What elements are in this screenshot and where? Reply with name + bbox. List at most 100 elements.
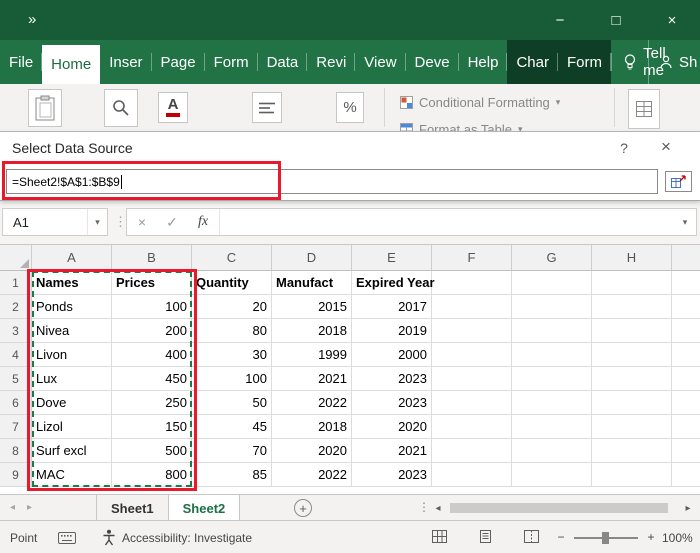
cell-f9[interactable]: [432, 463, 512, 487]
cell-h5[interactable]: [592, 367, 672, 391]
formula-input[interactable]: [219, 209, 674, 235]
sheet-tab-sheet1[interactable]: Sheet1: [96, 495, 169, 521]
cell-f5[interactable]: [432, 367, 512, 391]
select-all-corner[interactable]: [0, 245, 32, 271]
accessibility-icon[interactable]: [102, 529, 116, 549]
ribbon-tab-form[interactable]: Form: [205, 40, 258, 84]
normal-view-button[interactable]: [432, 530, 447, 546]
cancel-button[interactable]: ×: [127, 214, 157, 230]
scrollbar-thumb[interactable]: [450, 503, 668, 513]
zoom-level[interactable]: 100%: [662, 531, 693, 545]
row-header-9[interactable]: 9: [0, 463, 32, 487]
ribbon-tab-form[interactable]: Form: [557, 40, 611, 84]
page-break-preview-button[interactable]: [524, 530, 539, 546]
column-header-c[interactable]: C: [192, 245, 272, 271]
scroll-right-icon[interactable]: ▸: [680, 503, 696, 514]
cell-h7[interactable]: [592, 415, 672, 439]
row-header-5[interactable]: 5: [0, 367, 32, 391]
ribbon-tab-inser[interactable]: Inser: [100, 40, 152, 84]
paste-button[interactable]: [28, 89, 62, 127]
column-header-h[interactable]: H: [592, 245, 672, 271]
formula-bar-expand-icon[interactable]: ▾: [674, 217, 696, 228]
cell-c7[interactable]: 45: [192, 415, 272, 439]
cell-c4[interactable]: 30: [192, 343, 272, 367]
cell-e8[interactable]: 2021: [352, 439, 432, 463]
dialog-close-button[interactable]: ×: [654, 137, 678, 157]
cell-c3[interactable]: 80: [192, 319, 272, 343]
cell-c9[interactable]: 85: [192, 463, 272, 487]
dialog-help-button[interactable]: ?: [614, 140, 634, 156]
minimize-button[interactable]: −: [532, 0, 588, 40]
cell-f7[interactable]: [432, 415, 512, 439]
cell-d1[interactable]: Manufact: [272, 271, 352, 295]
row-header-3[interactable]: 3: [0, 319, 32, 343]
cell-d4[interactable]: 1999: [272, 343, 352, 367]
row-header-7[interactable]: 7: [0, 415, 32, 439]
range-input[interactable]: =Sheet2!$A$1:$B$9: [6, 169, 658, 194]
cell-e7[interactable]: 2020: [352, 415, 432, 439]
cell-g4[interactable]: [512, 343, 592, 367]
cell-a2[interactable]: Ponds: [32, 295, 112, 319]
insert-function-button[interactable]: fx: [187, 214, 219, 230]
zoom-in-button[interactable]: +: [644, 530, 658, 544]
cell-d8[interactable]: 2020: [272, 439, 352, 463]
align-left-button[interactable]: [252, 92, 282, 123]
cell-a9[interactable]: MAC: [32, 463, 112, 487]
ribbon-tab-deve[interactable]: Deve: [406, 40, 459, 84]
cell-e9[interactable]: 2023: [352, 463, 432, 487]
cell-g6[interactable]: [512, 391, 592, 415]
cell-d6[interactable]: 2022: [272, 391, 352, 415]
cell-c2[interactable]: 20: [192, 295, 272, 319]
cell-f3[interactable]: [432, 319, 512, 343]
quick-access-overflow-icon[interactable]: »: [28, 11, 36, 28]
cell-g7[interactable]: [512, 415, 592, 439]
cell-a5[interactable]: Lux: [32, 367, 112, 391]
column-header-e[interactable]: E: [352, 245, 432, 271]
keyboard-icon[interactable]: [58, 532, 76, 547]
cell-e1[interactable]: Expired Year: [352, 271, 435, 295]
cell-a4[interactable]: Livon: [32, 343, 112, 367]
cell-f6[interactable]: [432, 391, 512, 415]
ribbon-tab-page[interactable]: Page: [152, 40, 205, 84]
ribbon-tab-view[interactable]: View: [355, 40, 406, 84]
ribbon-tab-data[interactable]: Data: [258, 40, 308, 84]
sheet-nav-left-icon[interactable]: ◂: [10, 502, 15, 513]
page-layout-view-button[interactable]: [478, 530, 493, 546]
column-header-b[interactable]: B: [112, 245, 192, 271]
column-header-g[interactable]: G: [512, 245, 592, 271]
cell-h3[interactable]: [592, 319, 672, 343]
cell-b4[interactable]: 400: [112, 343, 192, 367]
cell-g5[interactable]: [512, 367, 592, 391]
cell-c8[interactable]: 70: [192, 439, 272, 463]
cell-e5[interactable]: 2023: [352, 367, 432, 391]
zoom-out-button[interactable]: −: [554, 530, 568, 544]
ribbon-tab-char[interactable]: Char: [507, 40, 558, 84]
row-header-1[interactable]: 1: [0, 271, 32, 295]
cell-b7[interactable]: 150: [112, 415, 192, 439]
column-header-a[interactable]: A: [32, 245, 112, 271]
cell-e4[interactable]: 2000: [352, 343, 432, 367]
cell-h9[interactable]: [592, 463, 672, 487]
ribbon-tab-file[interactable]: File: [0, 40, 43, 84]
enter-button[interactable]: ✓: [157, 214, 187, 231]
sheet-tab-sheet2[interactable]: Sheet2: [168, 495, 241, 521]
cell-a7[interactable]: Lizol: [32, 415, 112, 439]
find-button[interactable]: [104, 89, 138, 127]
tab-splitter-icon[interactable]: ⋮: [418, 500, 430, 514]
ribbon-tab-home[interactable]: Home: [42, 45, 101, 84]
cell-e3[interactable]: 2019: [352, 319, 432, 343]
cell-f2[interactable]: [432, 295, 512, 319]
cell-g2[interactable]: [512, 295, 592, 319]
cell-f8[interactable]: [432, 439, 512, 463]
cell-d3[interactable]: 2018: [272, 319, 352, 343]
cell-d5[interactable]: 2021: [272, 367, 352, 391]
row-header-6[interactable]: 6: [0, 391, 32, 415]
row-header-4[interactable]: 4: [0, 343, 32, 367]
row-header-8[interactable]: 8: [0, 439, 32, 463]
cell-b1[interactable]: Prices: [112, 271, 192, 295]
cell-a8[interactable]: Surf excl: [32, 439, 112, 463]
name-box[interactable]: A1 ▾: [2, 208, 108, 236]
collapse-dialog-button[interactable]: [665, 171, 692, 192]
cell-a3[interactable]: Nivea: [32, 319, 112, 343]
ribbon-tab-help[interactable]: Help: [459, 40, 508, 84]
